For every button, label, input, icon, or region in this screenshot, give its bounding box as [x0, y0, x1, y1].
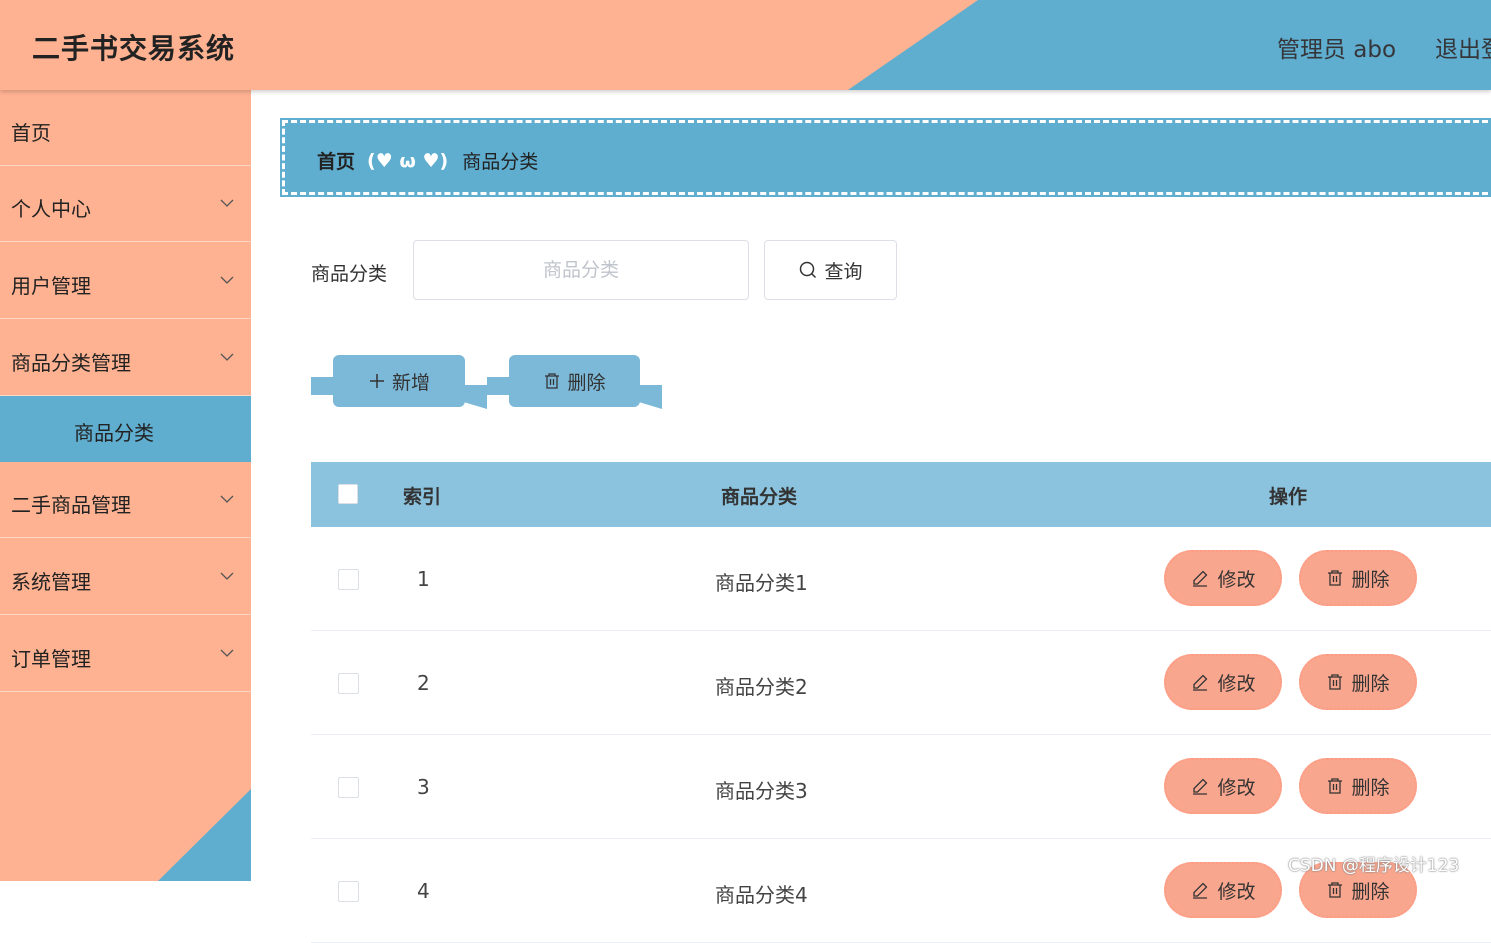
- edit-button[interactable]: 修改: [1164, 862, 1282, 918]
- edit-button-label: 修改: [1217, 672, 1256, 695]
- chevron-down-icon: [220, 649, 234, 657]
- sidebar-item-secondhand-goods[interactable]: 二手商品管理: [0, 462, 251, 538]
- edit-button-label: 修改: [1217, 776, 1256, 799]
- sidebar-item-system-management[interactable]: 系统管理: [0, 539, 251, 615]
- sidebar: 首页 个人中心 用户管理 商品分类管理 商品分类 二手商品管理 系统管理 订单管…: [0, 90, 251, 881]
- breadcrumb-current: 商品分类: [462, 151, 539, 173]
- edit-icon: [1193, 570, 1208, 587]
- column-header-actions: 操作: [1269, 486, 1308, 508]
- add-button-face: 新增: [333, 355, 465, 407]
- sidebar-item-label: 商品分类管理: [11, 351, 131, 375]
- trash-icon: [1328, 570, 1343, 586]
- trash-icon: [1328, 778, 1343, 794]
- sidebar-subitem-category[interactable]: 商品分类: [0, 396, 251, 462]
- sidebar-item-home[interactable]: 首页: [0, 90, 251, 166]
- table-row: 1 商品分类1 修改 删除: [311, 527, 1491, 631]
- add-button-label: 新增: [391, 371, 430, 394]
- breadcrumb-home[interactable]: 首页: [317, 147, 355, 174]
- trash-icon: [1328, 674, 1343, 690]
- sidebar-item-label: 订单管理: [11, 647, 91, 671]
- plus-icon: [369, 374, 384, 388]
- logout-link[interactable]: 退出登录: [1435, 30, 1491, 64]
- delete-button[interactable]: 删除: [1299, 654, 1417, 710]
- row-checkbox[interactable]: [338, 777, 359, 798]
- row-category-name: 商品分类1: [715, 571, 808, 595]
- edit-button-label: 修改: [1217, 568, 1256, 591]
- column-header-category: 商品分类: [721, 486, 798, 508]
- delete-button-label: 删除: [1351, 776, 1390, 799]
- top-header: 二手书交易系统 管理员 abo 退出登录: [0, 0, 1491, 90]
- row-checkbox[interactable]: [338, 673, 359, 694]
- app-title: 二手书交易系统: [32, 32, 236, 65]
- search-icon: [800, 261, 817, 279]
- search-label: 商品分类: [311, 263, 388, 285]
- edit-button[interactable]: 修改: [1164, 758, 1282, 814]
- sidebar-item-label: 二手商品管理: [11, 493, 131, 517]
- admin-label: 管理员 abo: [1277, 37, 1397, 63]
- sidebar-item-label: 首页: [11, 121, 51, 145]
- breadcrumb: 首页 (♥ ω ♥) 商品分类: [280, 118, 1491, 197]
- trash-icon: [1328, 882, 1343, 898]
- sidebar-item-order-management[interactable]: 订单管理: [0, 616, 251, 692]
- table-row: 2 商品分类2 修改 删除: [311, 631, 1491, 735]
- chevron-down-icon: [220, 572, 234, 580]
- sidebar-subitem-label: 商品分类: [74, 421, 154, 445]
- edit-icon: [1193, 778, 1208, 795]
- bulk-delete-button-face: 删除: [509, 355, 640, 407]
- edit-icon: [1193, 674, 1208, 691]
- sidebar-item-user-management[interactable]: 用户管理: [0, 243, 251, 319]
- edit-icon: [1193, 882, 1208, 899]
- breadcrumb-separator: (♥ ω ♥): [367, 149, 449, 172]
- bulk-delete-button[interactable]: 删除: [487, 355, 662, 409]
- delete-button-label: 删除: [1351, 672, 1390, 695]
- row-index: 2: [417, 671, 430, 695]
- sidebar-blue-triangle: [158, 789, 251, 881]
- query-button-label: 查询: [824, 260, 863, 283]
- row-category-name: 商品分类4: [715, 883, 808, 907]
- chevron-down-icon: [220, 199, 234, 207]
- trash-icon: [545, 373, 560, 389]
- category-search-input[interactable]: [413, 240, 749, 300]
- column-header-index: 索引: [403, 486, 442, 508]
- delete-button-label: 删除: [1351, 568, 1390, 591]
- row-index: 4: [417, 879, 430, 903]
- row-category-name: 商品分类2: [715, 675, 808, 699]
- table-header: 索引 商品分类 操作: [311, 462, 1491, 527]
- edit-button[interactable]: 修改: [1164, 550, 1282, 606]
- sidebar-item-label: 用户管理: [11, 274, 91, 298]
- delete-button[interactable]: 删除: [1299, 758, 1417, 814]
- row-checkbox[interactable]: [338, 881, 359, 902]
- row-checkbox[interactable]: [338, 569, 359, 590]
- chevron-down-icon: [220, 495, 234, 503]
- table-row: 3 商品分类3 修改 删除: [311, 735, 1491, 839]
- row-index: 3: [417, 775, 430, 799]
- bulk-delete-button-label: 删除: [567, 371, 606, 394]
- sidebar-item-personal-center[interactable]: 个人中心: [0, 166, 251, 242]
- sidebar-item-label: 系统管理: [11, 570, 91, 594]
- delete-button[interactable]: 删除: [1299, 550, 1417, 606]
- row-category-name: 商品分类3: [715, 779, 808, 803]
- query-button[interactable]: 查询: [764, 240, 897, 300]
- add-button[interactable]: 新增: [311, 355, 487, 409]
- chevron-down-icon: [220, 353, 234, 361]
- sidebar-item-label: 个人中心: [11, 197, 91, 221]
- csdn-watermark: CSDN @程序设计123: [1288, 856, 1460, 876]
- select-all-checkbox[interactable]: [338, 484, 358, 504]
- chevron-down-icon: [220, 276, 234, 284]
- edit-button[interactable]: 修改: [1164, 654, 1282, 710]
- row-index: 1: [417, 567, 430, 591]
- sidebar-item-category-management[interactable]: 商品分类管理: [0, 320, 251, 396]
